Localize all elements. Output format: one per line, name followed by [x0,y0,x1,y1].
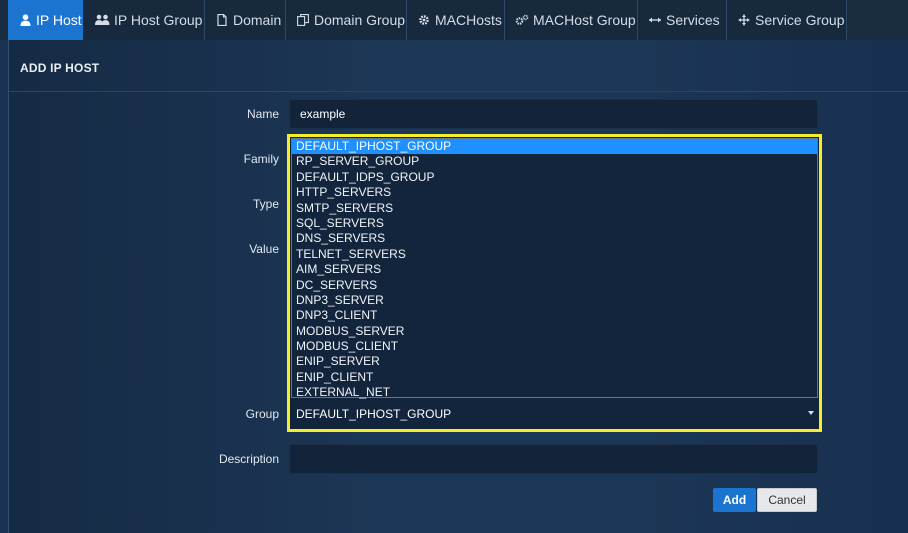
add-button[interactable]: Add [713,488,756,512]
tab-label: Services [666,12,720,28]
gear-icon [417,13,431,27]
tab-label: IP Host Group [114,12,203,28]
name-label: Name [246,107,279,121]
group-option[interactable]: DNS_SERVERS [292,231,817,246]
cancel-button[interactable]: Cancel [757,488,817,512]
tab-services[interactable]: Services [638,0,727,40]
group-option[interactable]: SMTP_SERVERS [292,201,817,216]
group-option[interactable]: MODBUS_SERVER [292,324,817,339]
file-icon [215,13,229,27]
copy-icon [296,13,310,27]
panel-header: ADD IP HOST [9,40,908,92]
tab-domain-group[interactable]: Domain Group [286,0,407,40]
tab-label: Domain Group [314,12,406,28]
group-option[interactable]: RP_SERVER_GROUP [292,154,817,169]
chevron-down-icon[interactable] [808,411,814,415]
tab-machosts[interactable]: MACHosts [407,0,505,40]
gears-icon [515,13,529,27]
group-dropdown-highlight: DEFAULT_IPHOST_GROUP RP_SERVER_GROUP DEFAU… [287,134,822,432]
arrows-h-icon [648,13,662,27]
arrows-move-icon [737,13,751,27]
group-option[interactable]: DNP3_CLIENT [292,308,817,323]
group-option[interactable]: ENIP_CLIENT [292,370,817,385]
tab-service-group[interactable]: Service Group [727,0,847,40]
group-option[interactable]: HTTP_SERVERS [292,185,817,200]
group-option[interactable]: TELNET_SERVERS [292,247,817,262]
group-option[interactable]: DEFAULT_IDPS_GROUP [292,170,817,185]
group-option[interactable]: AIM_SERVERS [292,262,817,277]
group-option[interactable]: DNP3_SERVER [292,293,817,308]
group-select[interactable]: DEFAULT_IPHOST_GROUP [291,400,818,428]
description-input[interactable] [289,444,818,474]
user-icon [18,13,32,27]
tab-label: Service Group [755,12,845,28]
group-options-list[interactable]: DEFAULT_IPHOST_GROUP RP_SERVER_GROUP DEFAU… [291,138,818,400]
group-option[interactable]: DC_SERVERS [292,278,817,293]
users-icon [94,13,110,27]
group-label: Group [245,407,279,421]
tab-bar: IP Host IP Host Group Domain Domain Grou… [0,0,908,40]
description-label: Description [218,452,279,466]
tab-label: IP Host [36,12,82,28]
group-option[interactable]: SQL_SERVERS [292,216,817,231]
group-option[interactable]: ENIP_SERVER [292,354,817,369]
group-option[interactable]: DEFAULT_IPHOST_GROUP [292,139,817,155]
panel-title: ADD IP HOST [20,61,100,75]
tab-label: MACHost Group [533,12,636,28]
tab-ip-host[interactable]: IP Host [8,0,83,40]
name-input[interactable]: example [289,99,818,129]
family-label: Family [243,152,279,166]
value-label: Value [249,242,279,256]
tab-domain[interactable]: Domain [205,0,286,40]
tab-label: Domain [233,12,282,28]
tab-label: MACHosts [435,12,502,28]
group-option[interactable]: EXTERNAL_NET [292,385,817,400]
group-option[interactable]: MODBUS_CLIENT [292,339,817,354]
type-label: Type [252,197,279,211]
tab-machost-group[interactable]: MACHost Group [505,0,638,40]
tab-ip-host-group[interactable]: IP Host Group [84,0,205,40]
group-selected-value: DEFAULT_IPHOST_GROUP [296,407,452,421]
